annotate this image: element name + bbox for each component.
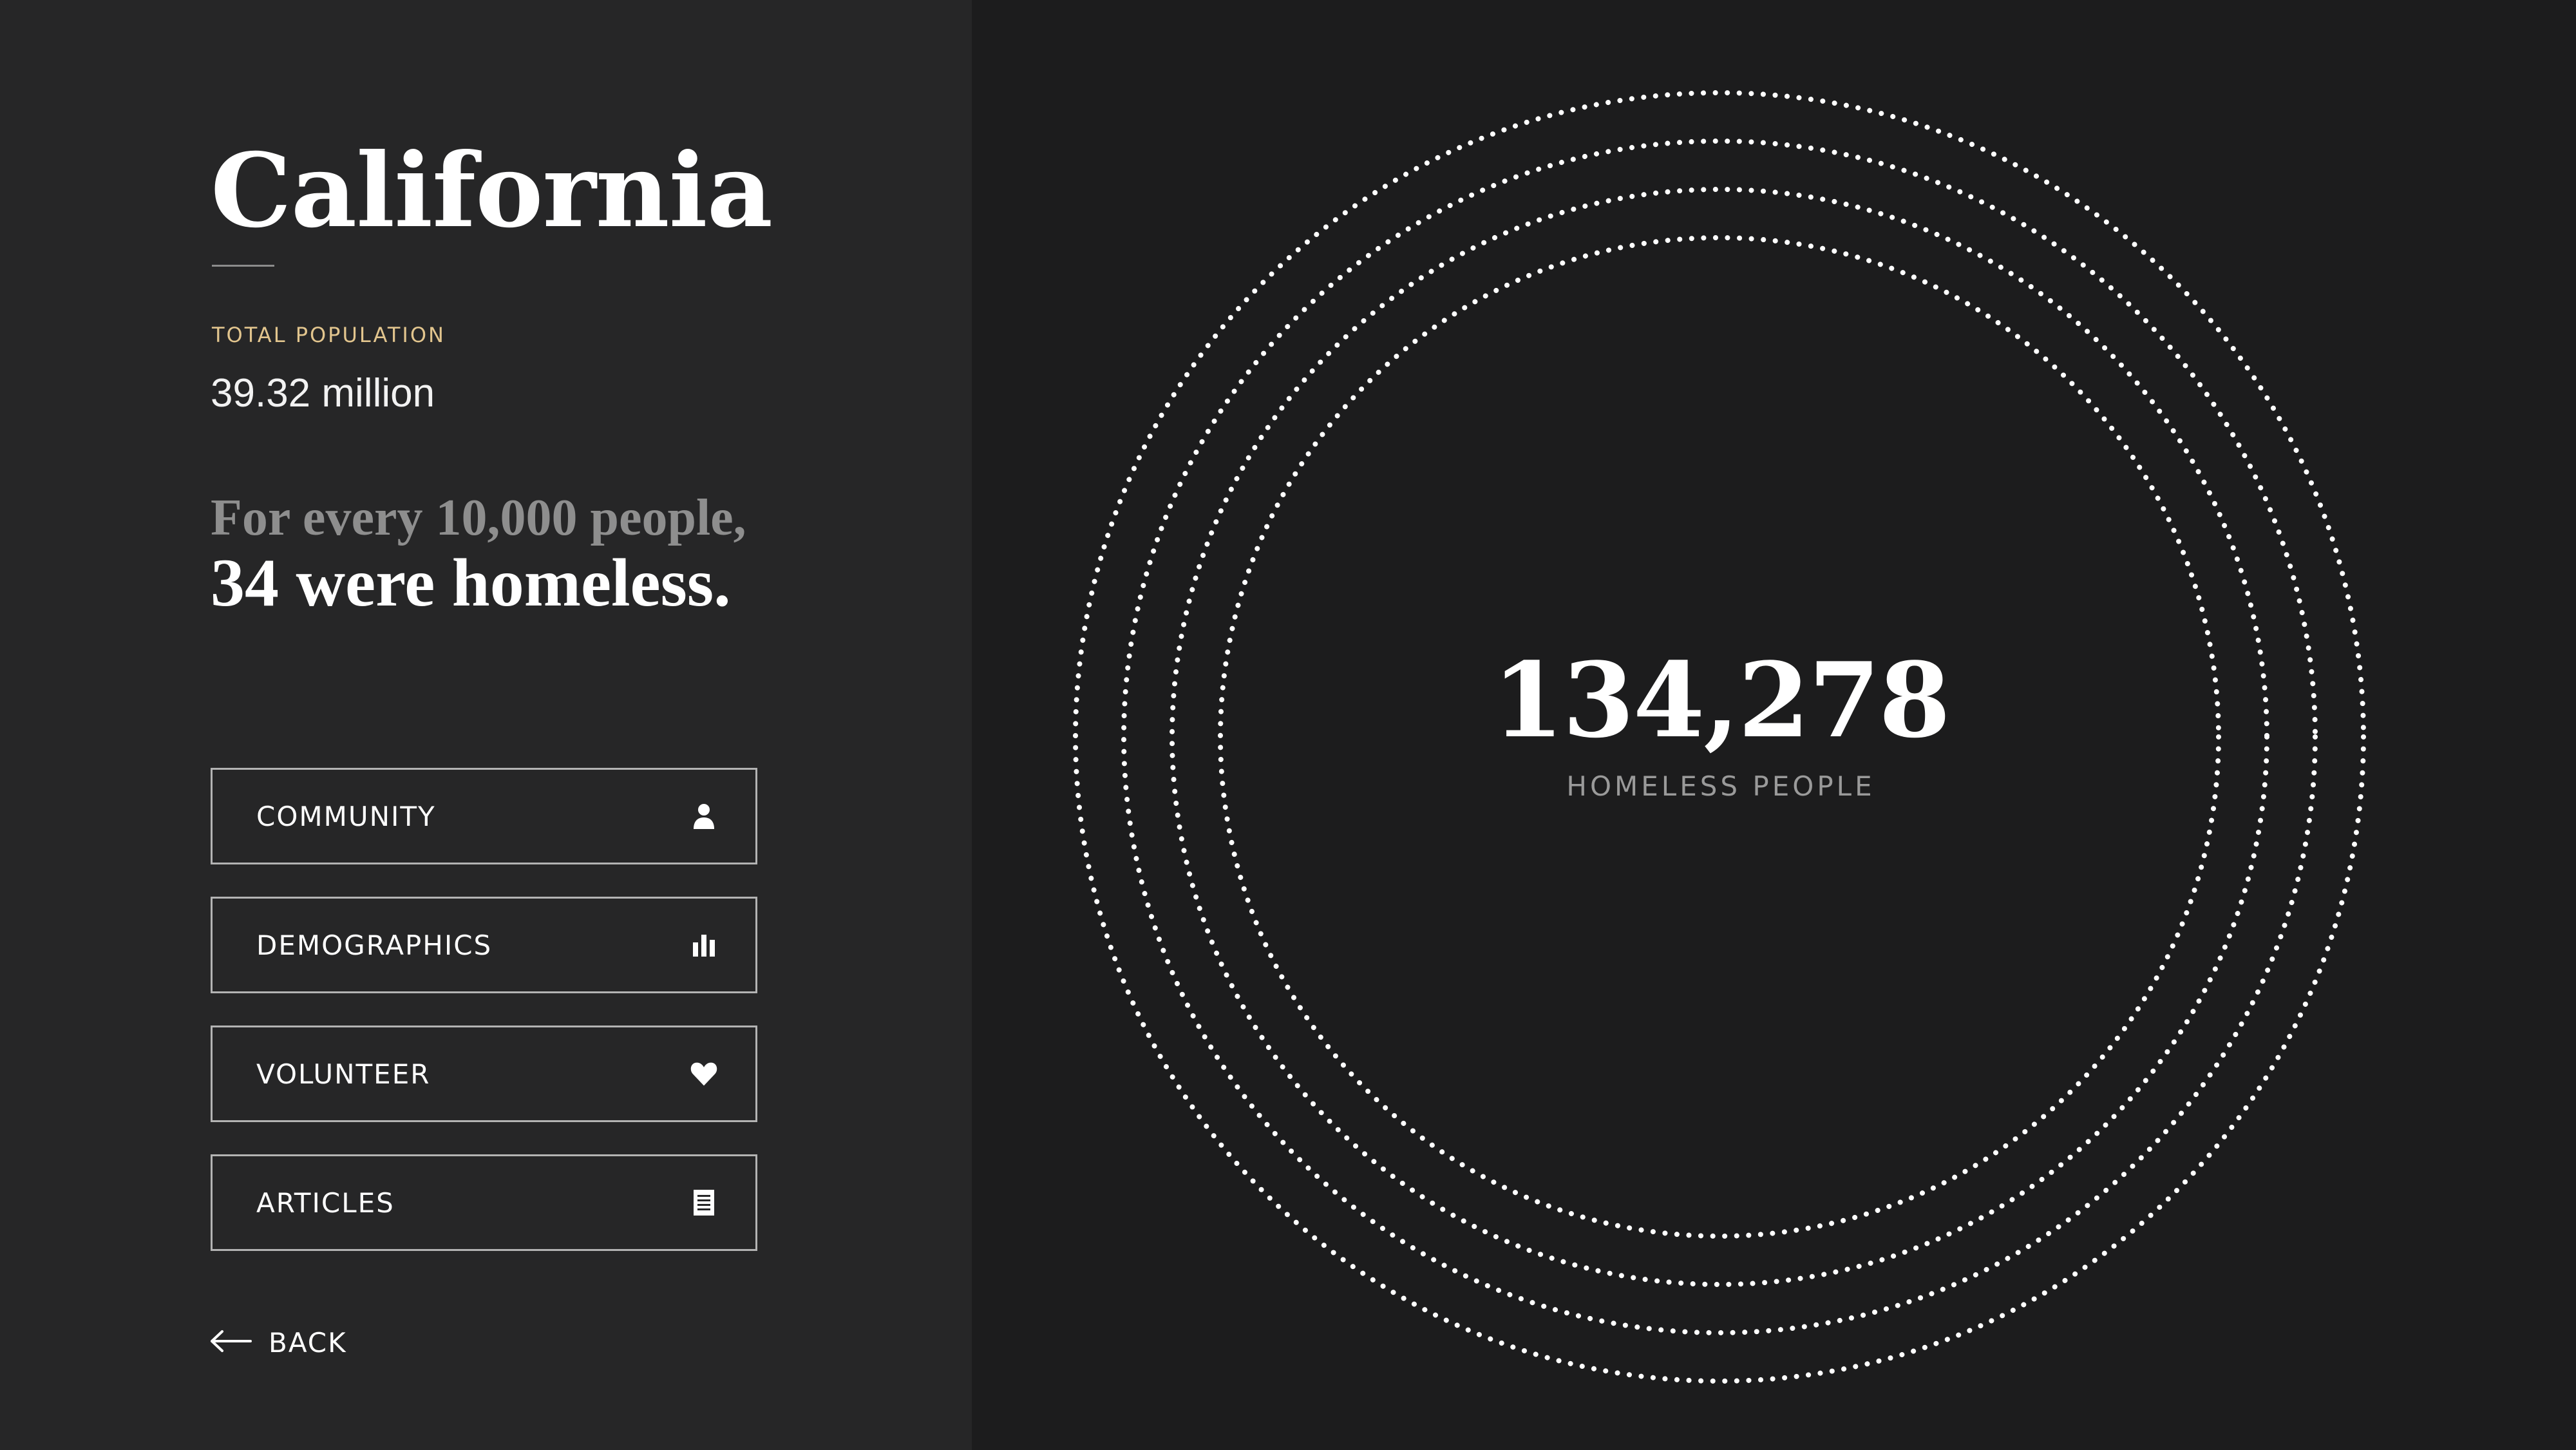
community-button-label: COMMUNITY [256,800,436,832]
rate-value-text: 34 were homeless. [211,545,731,620]
volunteer-button-label: VOLUNTEER [256,1058,431,1090]
sidebar: California TOTAL POPULATION 39.32 millio… [0,0,972,1450]
community-button[interactable]: COMMUNITY [211,768,757,864]
title-divider [212,265,274,267]
population-label: TOTAL POPULATION [212,323,446,347]
app-root: California TOTAL POPULATION 39.32 millio… [0,0,2576,1450]
state-title: California [211,131,773,251]
rate-intro-text: For every 10,000 people, [211,490,746,546]
homeless-count: 134,278 [1492,640,1951,761]
back-label: BACK [269,1327,347,1359]
arrow-left-icon [209,1330,252,1356]
demographics-button-label: DEMOGRAPHICS [256,929,493,961]
person-icon [690,802,718,830]
bar-chart-icon [690,931,718,959]
document-icon [690,1188,718,1217]
back-button[interactable]: BACK [209,1327,347,1359]
heart-icon [690,1060,718,1088]
homeless-caption: HOMELESS PEOPLE [1566,770,1875,802]
articles-button-label: ARTICLES [256,1187,395,1219]
demographics-button[interactable]: DEMOGRAPHICS [211,897,757,993]
articles-button[interactable]: ARTICLES [211,1154,757,1251]
population-value: 39.32 million [211,371,435,415]
volunteer-button[interactable]: VOLUNTEER [211,1025,757,1122]
